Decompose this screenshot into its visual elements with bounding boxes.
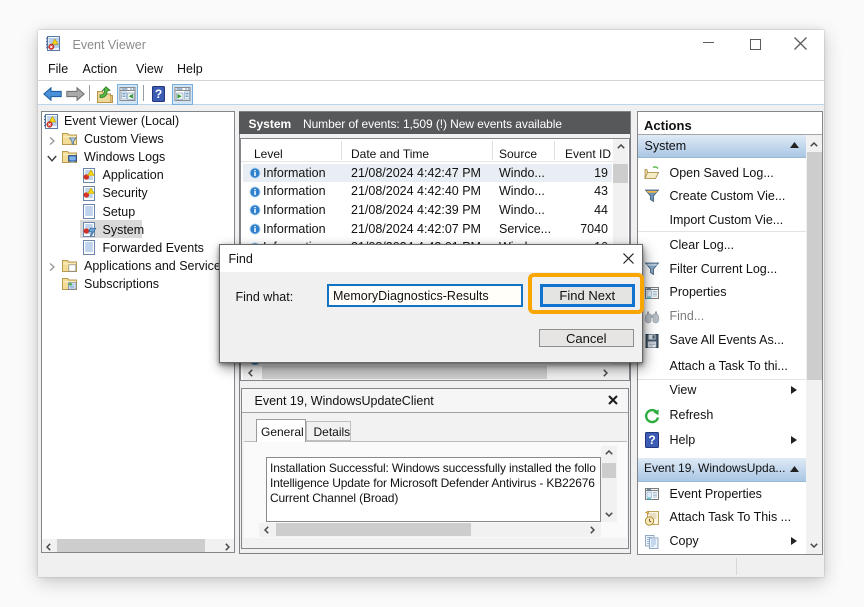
svg-text:?: ?: [155, 87, 162, 101]
svg-text:?: ?: [648, 433, 655, 447]
